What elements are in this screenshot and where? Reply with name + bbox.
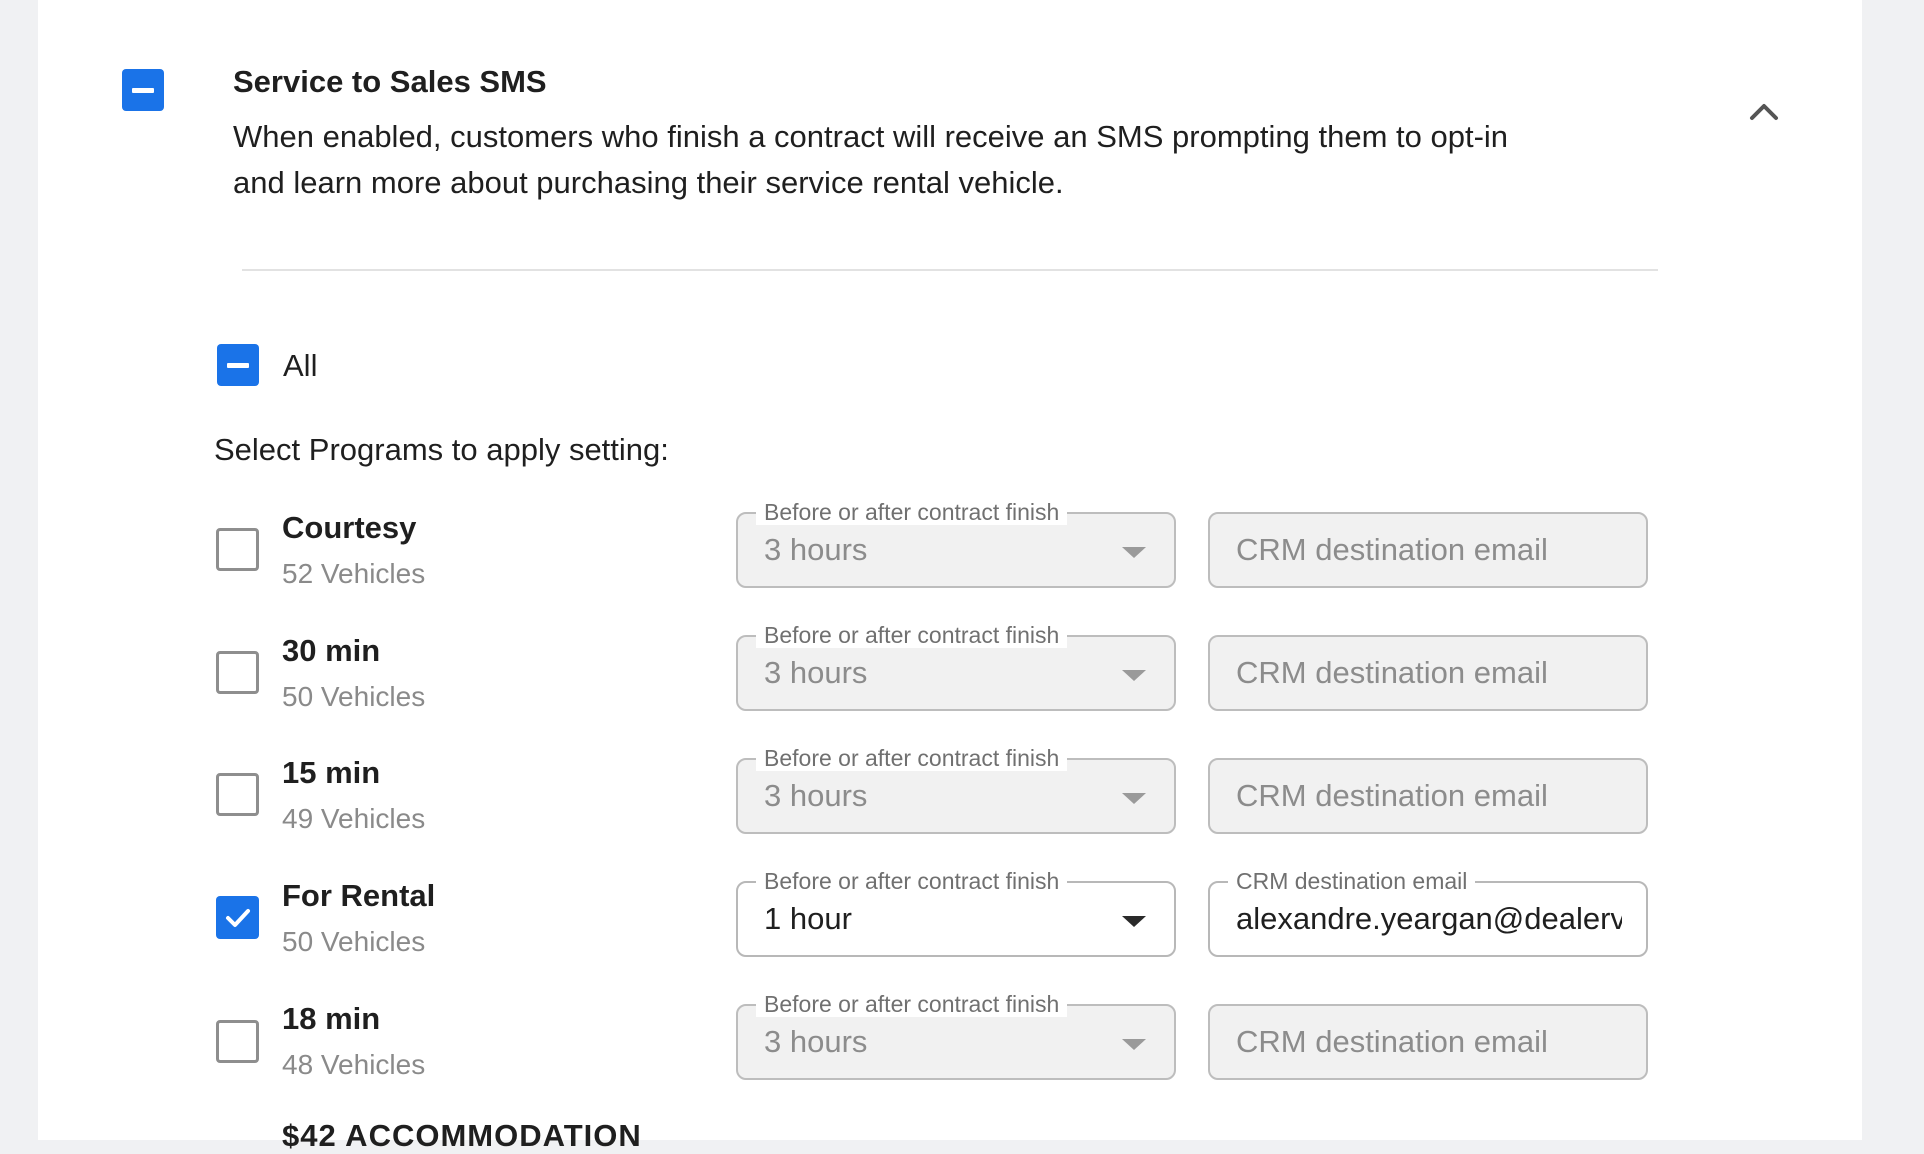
section-divider [242, 269, 1658, 271]
all-checkbox[interactable] [217, 344, 259, 386]
crm-email-placeholder: CRM destination email [1236, 778, 1548, 813]
program-checkbox-18-min[interactable] [216, 1020, 259, 1063]
caret-down-icon [1122, 1039, 1146, 1050]
timing-select[interactable]: Before or after contract finish 3 hours [736, 991, 1176, 1080]
select-programs-label: Select Programs to apply setting: [214, 432, 669, 467]
timing-select[interactable]: Before or after contract finish 3 hours [736, 499, 1176, 588]
program-name: Courtesy [282, 510, 417, 545]
checkmark-icon [225, 908, 250, 927]
program-vehicle-count: 50 Vehicles [282, 926, 426, 957]
timing-select-label: Before or after contract finish [756, 622, 1068, 648]
chevron-up-icon[interactable] [1744, 96, 1784, 126]
program-checkbox-15-min[interactable] [216, 773, 259, 816]
minus-icon [132, 87, 154, 93]
timing-select-value: 3 hours [764, 1024, 868, 1059]
timing-select-label: Before or after contract finish [756, 745, 1068, 771]
program-name: $42 ACCOMMODATION [282, 1118, 642, 1153]
program-name: 30 min [282, 633, 381, 668]
crm-email-placeholder: CRM destination email [1236, 1024, 1548, 1059]
timing-select[interactable]: Before or after contract finish 3 hours [736, 622, 1176, 711]
timing-select-value: 3 hours [764, 532, 868, 567]
caret-down-icon [1122, 670, 1146, 681]
crm-email-input[interactable]: CRM destination email [1208, 758, 1648, 834]
program-name: 15 min [282, 755, 381, 790]
all-label: All [283, 348, 318, 383]
timing-select-label: Before or after contract finish [756, 991, 1068, 1017]
program-checkbox-30-min[interactable] [216, 651, 259, 694]
timing-select-value: 3 hours [764, 655, 868, 690]
timing-select-label: Before or after contract finish [756, 499, 1068, 525]
program-checkbox-courtesy[interactable] [216, 528, 259, 571]
caret-down-icon [1122, 547, 1146, 558]
timing-select[interactable]: Before or after contract finish 3 hours [736, 745, 1176, 834]
crm-email-placeholder: CRM destination email [1236, 655, 1548, 690]
program-checkbox-for-rental[interactable] [216, 896, 259, 939]
caret-down-icon [1122, 916, 1146, 927]
crm-email-input[interactable]: CRM destination email [1208, 1004, 1648, 1080]
section-description: When enabled, customers who finish a con… [233, 119, 1509, 200]
minus-icon [227, 362, 249, 368]
section-toggle-checkbox[interactable] [122, 69, 164, 111]
timing-select[interactable]: Before or after contract finish 1 hour [736, 868, 1176, 957]
crm-email-value: alexandre.yeargan@dealerv [1236, 901, 1622, 936]
timing-select-value: 3 hours [764, 778, 868, 813]
crm-email-label: CRM destination email [1228, 868, 1476, 894]
program-vehicle-count: 50 Vehicles [282, 681, 426, 712]
caret-down-icon [1122, 793, 1146, 804]
program-vehicle-count: 49 Vehicles [282, 803, 426, 834]
timing-select-label: Before or after contract finish [756, 868, 1068, 894]
program-name: For Rental [282, 878, 436, 913]
crm-email-input[interactable]: CRM destination email alexandre.yeargan@… [1208, 868, 1648, 957]
settings-card: Service to Sales SMS When enabled, custo… [38, 0, 1862, 1153]
timing-select-value: 1 hour [764, 901, 852, 936]
program-vehicle-count: 52 Vehicles [282, 558, 426, 589]
crm-email-input[interactable]: CRM destination email [1208, 635, 1648, 711]
section-title: Service to Sales SMS [233, 64, 547, 99]
crm-email-input[interactable]: CRM destination email [1208, 512, 1648, 588]
crm-email-placeholder: CRM destination email [1236, 532, 1548, 567]
program-name: 18 min [282, 1001, 381, 1036]
program-vehicle-count: 48 Vehicles [282, 1049, 426, 1080]
